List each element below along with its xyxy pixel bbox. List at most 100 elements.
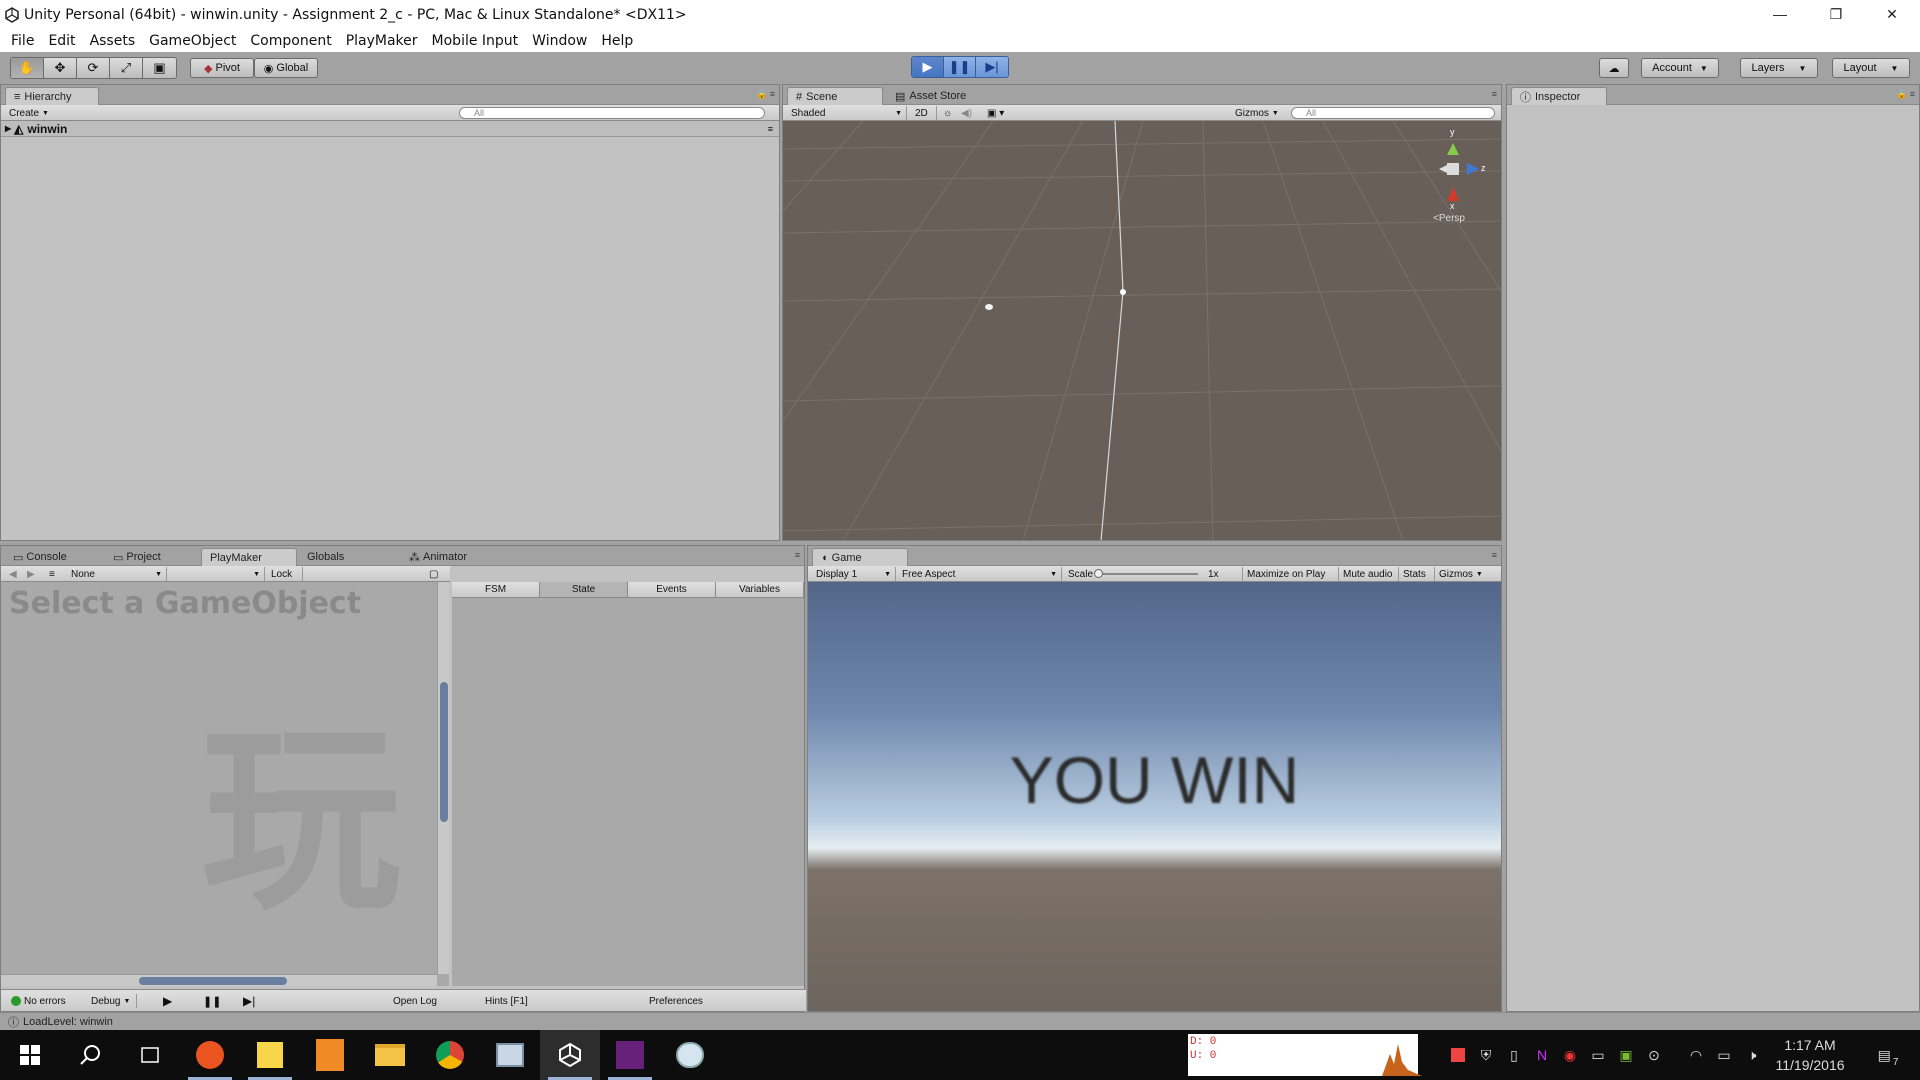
hints-button[interactable]: Hints [F1]	[481, 994, 532, 1008]
expand-arrow-icon[interactable]: ▶	[5, 124, 11, 133]
panel-menu-icon[interactable]: 🔒 ≡	[1896, 89, 1915, 100]
defender-shield-icon[interactable]: ⛨	[1474, 1030, 1498, 1080]
visual-studio-icon[interactable]	[600, 1030, 660, 1080]
row-menu-icon[interactable]: ≡	[768, 124, 773, 134]
layers-dropdown[interactable]: Layers ▼	[1740, 58, 1818, 78]
effects-dropdown-icon[interactable]: ▣ ▾	[983, 106, 1008, 120]
close-button[interactable]: ✕	[1864, 0, 1920, 28]
hierarchy-search-input[interactable]: All	[459, 107, 765, 119]
sticky-notes-icon[interactable]	[240, 1030, 300, 1080]
vertical-scrollbar[interactable]	[437, 582, 449, 974]
gizmos-dropdown[interactable]: Gizmos ▼	[1231, 106, 1283, 120]
scene-row[interactable]: ▶ ◭ winwin ≡	[1, 121, 779, 137]
debug-step-icon[interactable]: ▶|	[239, 994, 259, 1008]
clock[interactable]: 1:17 AM 11/19/2016	[1770, 1030, 1850, 1080]
scale-slider-thumb[interactable]	[1094, 569, 1103, 578]
fsm-select-dropdown[interactable]: None ▼	[67, 567, 167, 581]
debug-dropdown[interactable]: Debug ▼	[87, 994, 137, 1008]
horizontal-scroll-thumb[interactable]	[139, 977, 287, 985]
lighting-toggle-icon[interactable]: ☼	[939, 106, 956, 120]
menu-file[interactable]: File	[4, 33, 41, 49]
remote-desktop-icon[interactable]	[480, 1030, 540, 1080]
menu-component[interactable]: Component	[243, 33, 338, 49]
start-button-icon[interactable]	[0, 1030, 60, 1080]
fsm-graph-canvas[interactable]: Select a GameObject 玩	[1, 582, 449, 986]
onenote-tray-icon[interactable]: N	[1530, 1030, 1554, 1080]
display-tray-icon[interactable]: ▭	[1586, 1030, 1610, 1080]
step-button-icon[interactable]: ▶|	[976, 57, 1008, 77]
tab-state[interactable]: State	[540, 582, 628, 598]
open-log-button[interactable]: Open Log	[389, 994, 441, 1008]
persp-label[interactable]: <Persp	[1433, 213, 1465, 224]
audio-toggle-icon[interactable]: ◀)	[957, 106, 976, 120]
unity-taskbar-icon[interactable]	[540, 1030, 600, 1080]
panel-menu-icon[interactable]: ≡	[1492, 550, 1497, 560]
move-tool-icon[interactable]: ✥	[44, 58, 77, 78]
status-bar[interactable]: ⓘ LoadLevel: winwin	[0, 1012, 1920, 1030]
create-dropdown[interactable]: Create ▼	[5, 106, 53, 120]
mute-audio-toggle[interactable]: Mute audio	[1338, 567, 1396, 581]
menu-assets[interactable]: Assets	[83, 33, 143, 49]
file-explorer-icon[interactable]	[360, 1030, 420, 1080]
wifi-icon[interactable]: ◠	[1684, 1030, 1708, 1080]
state-select-dropdown[interactable]: ▼	[169, 567, 265, 581]
task-view-icon[interactable]	[120, 1030, 180, 1080]
rect-tool-icon[interactable]: ▣	[143, 58, 176, 78]
panel-menu-icon[interactable]: 🔒 ≡	[756, 89, 775, 100]
preferences-button[interactable]: Preferences	[645, 994, 707, 1008]
debug-play-icon[interactable]: ▶	[159, 994, 176, 1008]
scene-viewport[interactable]: y z x <Persp	[783, 121, 1501, 540]
tab-hierarchy[interactable]: ≡ Hierarchy	[5, 87, 99, 105]
display-dropdown[interactable]: Display 1 ▼	[812, 567, 896, 581]
tab-inspector[interactable]: ⓘ Inspector	[1511, 87, 1607, 105]
scale-tool-icon[interactable]: ⤢	[110, 58, 143, 78]
action-center-icon[interactable]: ▤ 7	[1866, 1030, 1910, 1080]
battery-icon[interactable]: ▭	[1712, 1030, 1736, 1080]
back-arrow-icon[interactable]: ◀	[5, 567, 21, 581]
tab-globals[interactable]: Globals	[299, 548, 352, 566]
usb-drive-icon[interactable]: ▯	[1502, 1030, 1526, 1080]
menu-mobile-input[interactable]: Mobile Input	[425, 33, 526, 49]
debug-pause-icon[interactable]: ❚❚	[199, 994, 225, 1008]
menu-gameobject[interactable]: GameObject	[142, 33, 243, 49]
beats-tray-icon[interactable]: ◉	[1558, 1030, 1582, 1080]
tab-animator[interactable]: ⁂ Animator	[401, 548, 475, 566]
paint-app-icon[interactable]	[660, 1030, 720, 1080]
menu-window[interactable]: Window	[525, 33, 594, 49]
hand-tool-icon[interactable]: ✋	[11, 58, 44, 78]
record-tray-icon[interactable]: ⊙	[1642, 1030, 1666, 1080]
stats-toggle[interactable]: Stats	[1398, 567, 1430, 581]
pdf-app-icon[interactable]	[300, 1030, 360, 1080]
forward-arrow-icon[interactable]: ▶	[23, 567, 39, 581]
vertical-scroll-thumb[interactable]	[440, 682, 448, 822]
pivot-button[interactable]: ◆ Pivot	[190, 58, 254, 78]
panel-menu-icon[interactable]: ≡	[795, 550, 800, 560]
game-viewport[interactable]: YOU WIN	[808, 582, 1501, 1011]
rotate-tool-icon[interactable]: ⟳	[77, 58, 110, 78]
error-status[interactable]: No errors	[7, 994, 70, 1008]
tab-events[interactable]: Events	[628, 582, 716, 598]
restore-button[interactable]: ❐	[1808, 0, 1864, 28]
tab-scene[interactable]: # Scene	[787, 87, 883, 105]
scale-slider[interactable]	[1094, 569, 1198, 578]
tab-game[interactable]: ◖ Game	[812, 548, 908, 566]
global-button[interactable]: ◉ Global	[254, 58, 318, 78]
minimap-toggle-icon[interactable]: ▢	[425, 567, 442, 581]
aspect-dropdown[interactable]: Free Aspect ▼	[898, 567, 1062, 581]
panel-menu-icon[interactable]: ≡	[1492, 89, 1497, 99]
tab-variables[interactable]: Variables	[716, 582, 804, 598]
pause-button-icon[interactable]: ❚❚	[944, 57, 976, 77]
lock-toggle[interactable]: Lock	[267, 567, 303, 581]
menu-playmaker[interactable]: PlayMaker	[339, 33, 425, 49]
minimize-button[interactable]: —	[1752, 0, 1808, 28]
tab-playmaker[interactable]: PlayMaker	[201, 548, 297, 566]
volume-muted-icon[interactable]: 🕨	[1740, 1030, 1764, 1080]
search-icon[interactable]	[60, 1030, 120, 1080]
nvidia-tray-icon[interactable]: ▣	[1614, 1030, 1638, 1080]
tab-fsm[interactable]: FSM	[452, 582, 540, 598]
office-tray-icon[interactable]	[1446, 1030, 1470, 1080]
list-menu-icon[interactable]: ≡	[45, 567, 59, 581]
menu-help[interactable]: Help	[594, 33, 640, 49]
tab-console[interactable]: ▭ Console	[5, 548, 75, 566]
tab-asset-store[interactable]: ▤ Asset Store	[887, 87, 974, 105]
